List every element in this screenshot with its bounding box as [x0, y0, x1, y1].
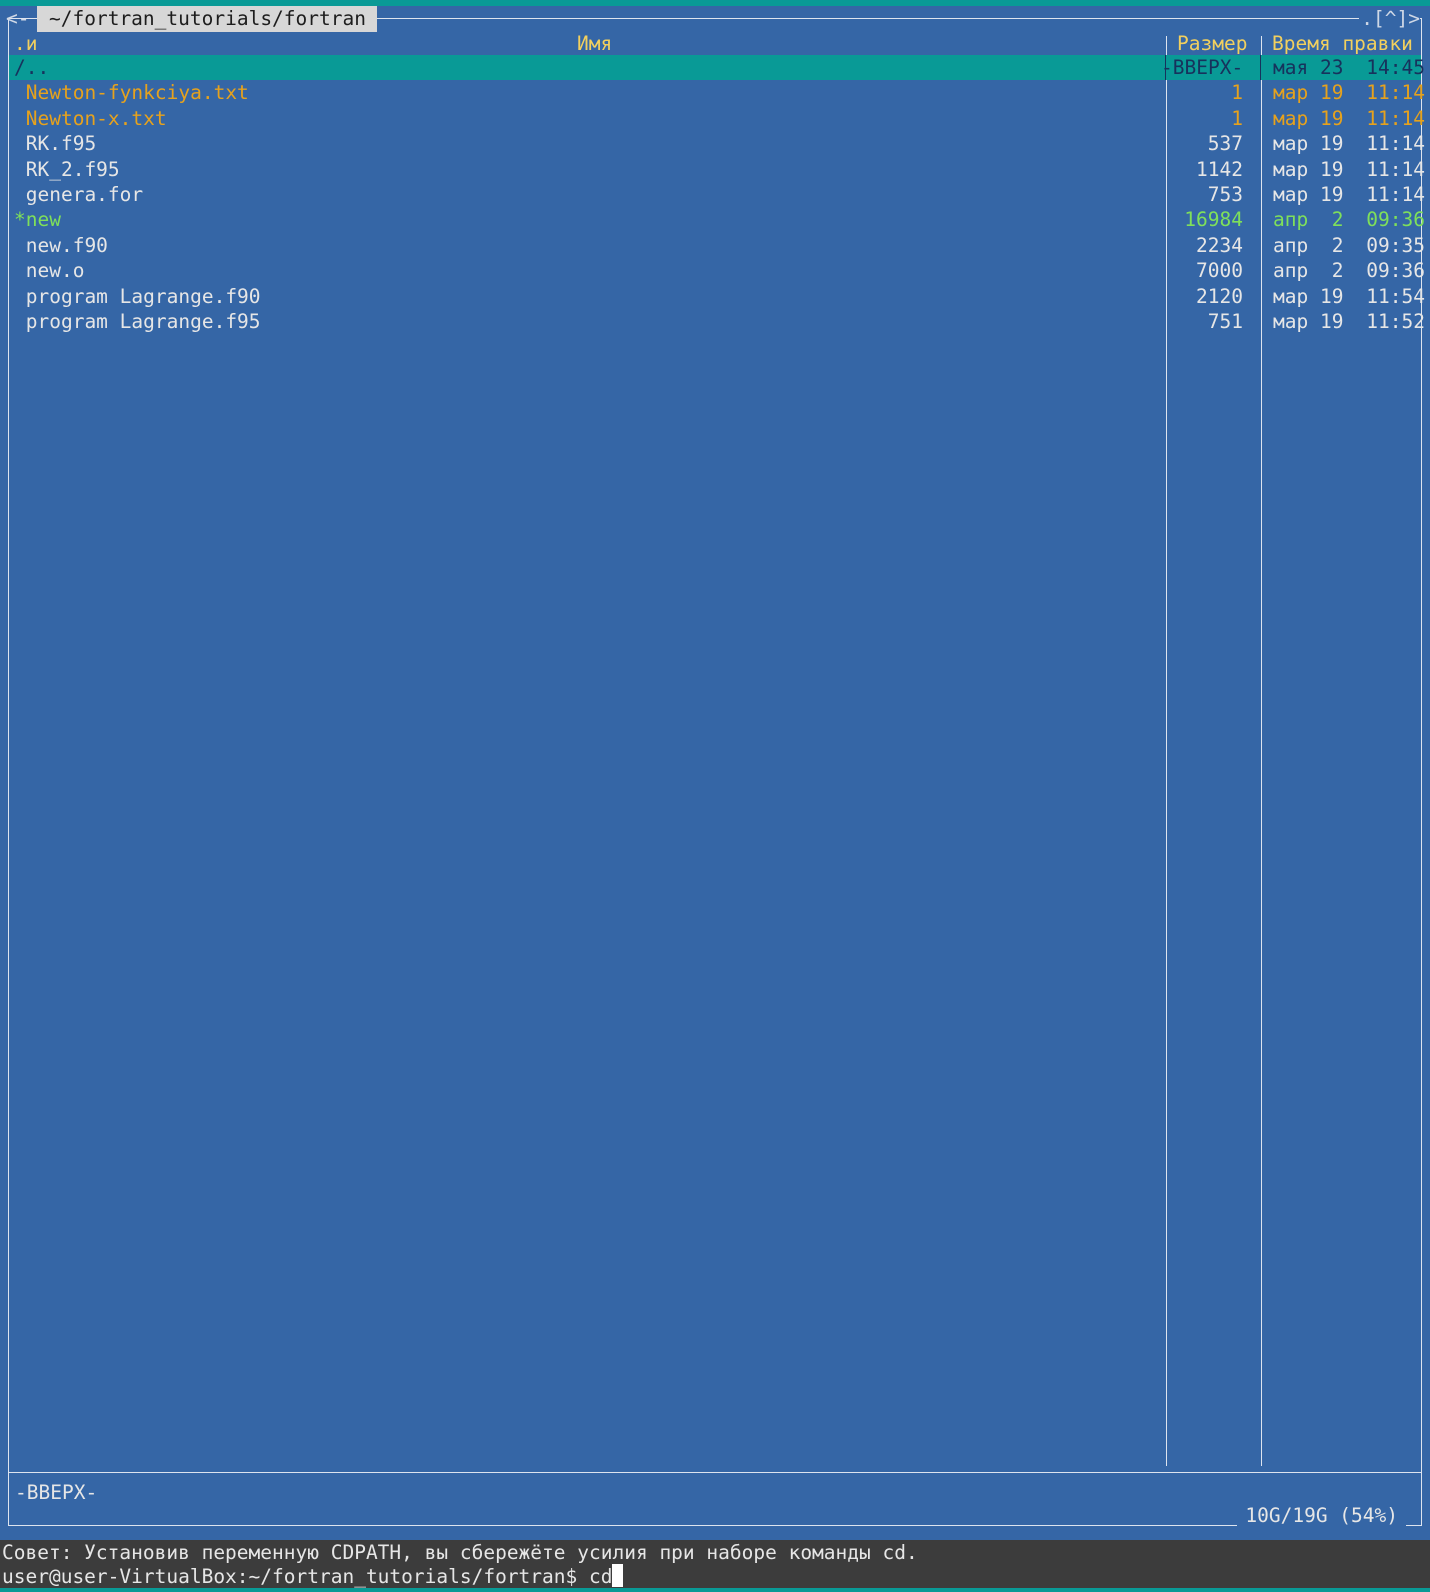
- file-time: 11:14: [1366, 81, 1425, 105]
- sort-order-indicator[interactable]: .и: [14, 31, 37, 56]
- file-name: new.o: [14, 259, 85, 283]
- file-date: мар 19: [1273, 310, 1344, 333]
- file-row[interactable]: new.o 7000 апр 2 09:36: [9, 258, 1425, 283]
- file-date: мар 19: [1273, 157, 1344, 181]
- file-date: мар 19: [1273, 132, 1344, 156]
- file-time: 09:36: [1366, 259, 1425, 283]
- file-time: 11:14: [1366, 183, 1425, 206]
- file-time: 11:14: [1366, 106, 1425, 130]
- column-header-name[interactable]: Имя: [577, 31, 612, 56]
- file-name: RK_2.f95: [14, 157, 120, 181]
- parent-dir-row[interactable]: /.. -ВВЕРХ-мая 23 14:45: [9, 55, 1425, 81]
- file-row[interactable]: genera.for 753 мар 19 11:14: [9, 182, 1425, 207]
- file-date: апр 2: [1273, 208, 1344, 232]
- file-size: 1142: [1196, 157, 1243, 181]
- file-time: 14:45: [1366, 56, 1425, 79]
- panel-path-title[interactable]: ~/fortran_tutorials/fortran: [37, 6, 377, 32]
- file-date: мая 23: [1273, 56, 1344, 79]
- function-key-bar[interactable]: [0, 1588, 1430, 1592]
- file-time: 11:54: [1366, 284, 1425, 308]
- text-cursor: [612, 1564, 624, 1587]
- file-name: Newton-fynkciya.txt: [14, 81, 249, 105]
- file-name: /..: [14, 56, 50, 79]
- file-name: Newton-x.txt: [14, 106, 167, 130]
- selection-column-separator: [1260, 55, 1261, 80]
- file-size: 2120: [1196, 284, 1243, 308]
- hint-line: Совет: Установив переменную CDPATH, вы с…: [2, 1541, 918, 1564]
- file-size: 753: [1207, 183, 1243, 206]
- file-size: 16984: [1184, 208, 1243, 232]
- file-time: 09:35: [1366, 233, 1425, 257]
- file-time: 09:36: [1366, 208, 1425, 232]
- panel-history-button[interactable]: .[^]>: [1359, 6, 1420, 32]
- file-row[interactable]: program Lagrange.f90 2120 мар 19 11:54: [9, 284, 1425, 309]
- file-row[interactable]: Newton-x.txt 1 мар 19 11:14: [9, 106, 1425, 131]
- disk-usage: 10G/19G (54%): [1237, 1503, 1406, 1529]
- file-time: 11:14: [1366, 157, 1425, 181]
- file-date: мар 19: [1273, 284, 1344, 308]
- file-row[interactable]: Newton-fynkciya.txt 1 мар 19 11:14: [9, 80, 1425, 105]
- file-row[interactable]: RK_2.f95 1142 мар 19 11:14: [9, 157, 1425, 182]
- file-size: 1: [1231, 81, 1243, 105]
- file-row[interactable]: RK.f95 537 мар 19 11:14: [9, 131, 1425, 156]
- file-date: мар 19: [1273, 183, 1344, 206]
- file-date: мар 19: [1273, 106, 1344, 130]
- file-date: мар 19: [1273, 81, 1344, 105]
- command-line[interactable]: user@user-VirtualBox:~/fortran_tutorials…: [2, 1564, 624, 1589]
- mini-status: -ВВЕРХ-: [15, 1481, 98, 1504]
- file-name: program Lagrange.f90: [14, 284, 261, 308]
- file-name: program Lagrange.f95: [14, 310, 261, 333]
- file-size: -ВВЕРХ-: [1161, 56, 1244, 79]
- file-size: 7000: [1196, 259, 1243, 283]
- panel-left-corner[interactable]: <-: [6, 6, 29, 31]
- file-time: 11:14: [1366, 132, 1425, 156]
- file-row[interactable]: program Lagrange.f95 751 мар 19 11:52: [9, 309, 1425, 334]
- file-row[interactable]: new.f90 2234 апр 2 09:35: [9, 233, 1425, 258]
- selection-column-separator: [1165, 55, 1166, 80]
- file-size: 751: [1207, 310, 1243, 333]
- file-size: 2234: [1196, 233, 1243, 257]
- file-name: new.f90: [14, 233, 108, 257]
- file-time: 11:52: [1366, 310, 1425, 333]
- file-name: *new: [14, 208, 61, 232]
- file-date: апр 2: [1273, 233, 1344, 257]
- mini-status-divider: [9, 1472, 1421, 1473]
- file-size: 1: [1231, 106, 1243, 130]
- file-panel[interactable]: <- ~/fortran_tutorials/fortran .[^]> .и …: [0, 6, 1430, 1540]
- command-prompt[interactable]: user@user-VirtualBox:~/fortran_tutorials…: [2, 1565, 612, 1588]
- column-header-size[interactable]: Размер: [1177, 31, 1247, 56]
- column-header-mtime[interactable]: Время правки: [1272, 31, 1413, 56]
- file-name: RK.f95: [14, 132, 97, 156]
- file-date: апр 2: [1273, 259, 1344, 283]
- file-row[interactable]: *new 16984 апр 2 09:36: [9, 207, 1425, 232]
- file-name: genera.for: [14, 183, 144, 206]
- file-size: 537: [1207, 132, 1243, 156]
